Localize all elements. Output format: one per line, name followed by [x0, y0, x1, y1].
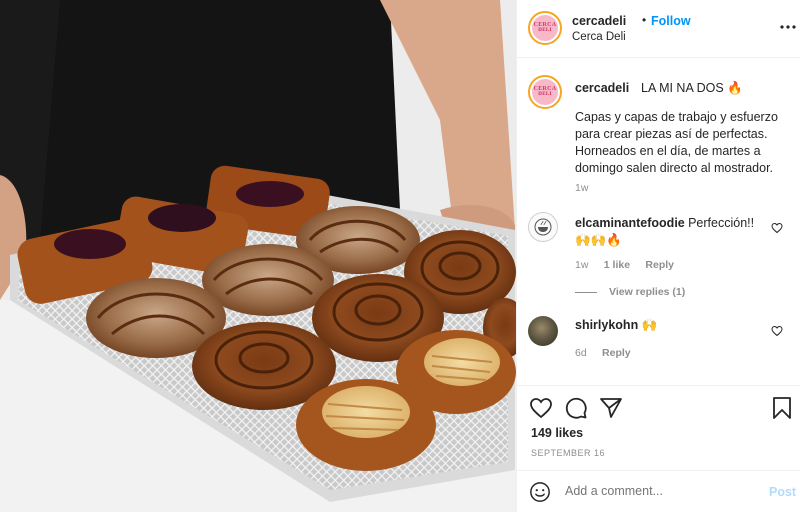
pastry-tray-illustration	[0, 0, 516, 512]
avatar-logo-line2: DELI	[538, 28, 552, 33]
author-username[interactable]: cercadeli	[572, 14, 626, 28]
comment-username[interactable]: shirlykohn	[575, 318, 638, 332]
comment-meta: 1w 1 like Reply	[575, 257, 674, 271]
caption-text: Capas y capas de trabajo y esfuerzo para…	[575, 110, 778, 175]
likes-count[interactable]: 149 likes	[531, 426, 583, 440]
share-send-icon[interactable]	[599, 396, 623, 420]
caption-title: LA MI NA DOS 🔥	[641, 81, 743, 95]
view-replies-button[interactable]: View replies (1)	[609, 286, 685, 298]
pastry-apple-tart	[296, 379, 436, 471]
bookmark-icon[interactable]	[772, 396, 792, 420]
post-date[interactable]: SEPTEMBER 16	[531, 448, 605, 458]
comment-bubble-icon[interactable]	[564, 396, 588, 420]
like-heart-icon[interactable]	[529, 396, 553, 420]
comment-text: 🙌	[641, 318, 658, 332]
commenter-avatar[interactable]	[528, 316, 558, 346]
post-side-panel: CERCA DELI cercadeli • Follow Cerca Deli…	[516, 0, 800, 512]
comment-timestamp[interactable]: 1w	[575, 259, 588, 271]
comment-body: elcaminantefoodie Perfección!! 🙌🙌🔥	[575, 215, 775, 249]
avatar-logo: CERCA DELI	[532, 15, 558, 41]
avatar-logo-line2: DELI	[538, 92, 552, 97]
comment-like-heart-icon[interactable]	[771, 325, 783, 337]
comment-username[interactable]: elcaminantefoodie	[575, 216, 685, 230]
reply-button[interactable]: Reply	[602, 347, 631, 359]
instagram-post: CERCA DELI cercadeli • Follow Cerca Deli…	[0, 0, 800, 512]
follow-button[interactable]: Follow	[651, 14, 691, 28]
caption-timestamp[interactable]: 1w	[575, 182, 588, 194]
avatar-logo: CERCA DELI	[532, 79, 558, 105]
comment-text: Perfección!!	[688, 216, 755, 230]
comment-timestamp[interactable]: 6d	[575, 347, 587, 359]
comment-emoji: 🙌🙌🔥	[575, 233, 622, 247]
caption-avatar[interactable]: CERCA DELI	[528, 75, 562, 109]
post-comment-button[interactable]: Post	[769, 485, 796, 499]
caption-username[interactable]: cercadeli	[575, 81, 629, 95]
emoji-smiley-icon[interactable]	[529, 481, 551, 503]
author-avatar[interactable]: CERCA DELI	[528, 11, 562, 45]
bowl-logo-icon	[534, 218, 552, 236]
add-comment-bar: Post	[517, 470, 800, 512]
replies-divider	[575, 292, 597, 293]
comment-like-heart-icon[interactable]	[771, 222, 783, 234]
separator-dot: •	[642, 13, 647, 27]
more-horizontal-icon[interactable]	[779, 18, 797, 36]
post-image[interactable]	[0, 0, 516, 512]
comment-likes-count[interactable]: 1 like	[604, 259, 630, 271]
add-comment-input[interactable]	[565, 484, 755, 498]
commenter-avatar[interactable]	[528, 212, 558, 242]
reply-button[interactable]: Reply	[645, 259, 674, 271]
comment-meta: 6d Reply	[575, 345, 631, 359]
location-link[interactable]: Cerca Deli	[572, 31, 626, 43]
comment-body: shirlykohn 🙌	[575, 318, 657, 333]
post-header: CERCA DELI cercadeli • Follow Cerca Deli	[517, 0, 800, 58]
